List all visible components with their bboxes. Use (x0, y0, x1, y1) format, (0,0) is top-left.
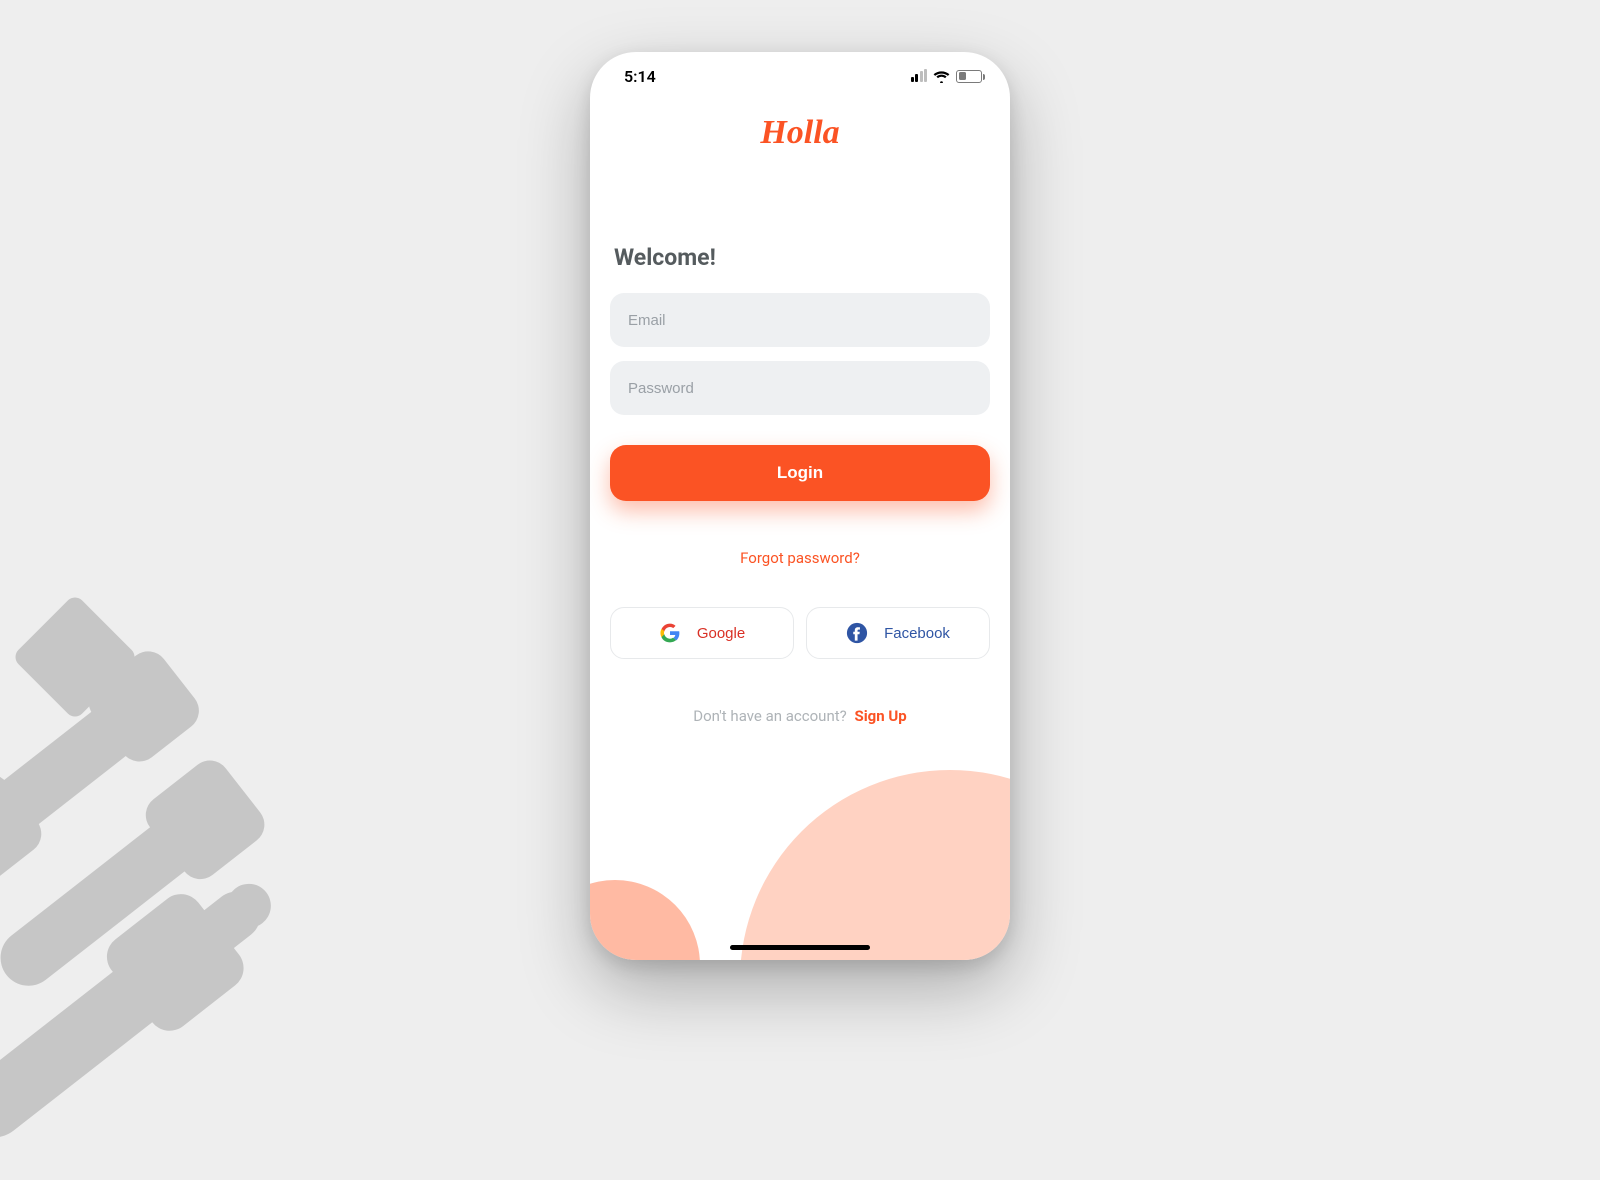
signup-link[interactable]: Sign Up (854, 707, 906, 725)
forgot-password-link[interactable]: Forgot password? (610, 549, 990, 567)
email-field[interactable] (610, 293, 990, 347)
facebook-icon (846, 622, 868, 644)
status-bar: 5:14 (590, 52, 1010, 100)
battery-icon (956, 70, 982, 83)
page-title: Welcome! (610, 244, 990, 271)
bg-circle-large (740, 770, 1010, 960)
signup-prompt: Don't have an account? (693, 707, 846, 725)
bg-circle-small (590, 880, 700, 960)
cellular-signal-icon (911, 70, 928, 82)
facebook-button-label: Facebook (884, 625, 950, 642)
password-field[interactable] (610, 361, 990, 415)
home-indicator (730, 945, 870, 950)
google-button-label: Google (697, 625, 745, 642)
signup-row: Don't have an account? Sign Up (610, 707, 990, 725)
status-time: 5:14 (624, 67, 656, 86)
wifi-icon (933, 70, 950, 83)
status-icons (911, 70, 983, 83)
google-login-button[interactable]: Google (610, 607, 794, 659)
google-icon (659, 622, 681, 644)
phone-frame: 5:14 Holla Welcome! Login Forgot passwor… (590, 52, 1010, 960)
app-logo: Holla (610, 114, 990, 152)
facebook-login-button[interactable]: Facebook (806, 607, 990, 659)
login-button[interactable]: Login (610, 445, 990, 501)
